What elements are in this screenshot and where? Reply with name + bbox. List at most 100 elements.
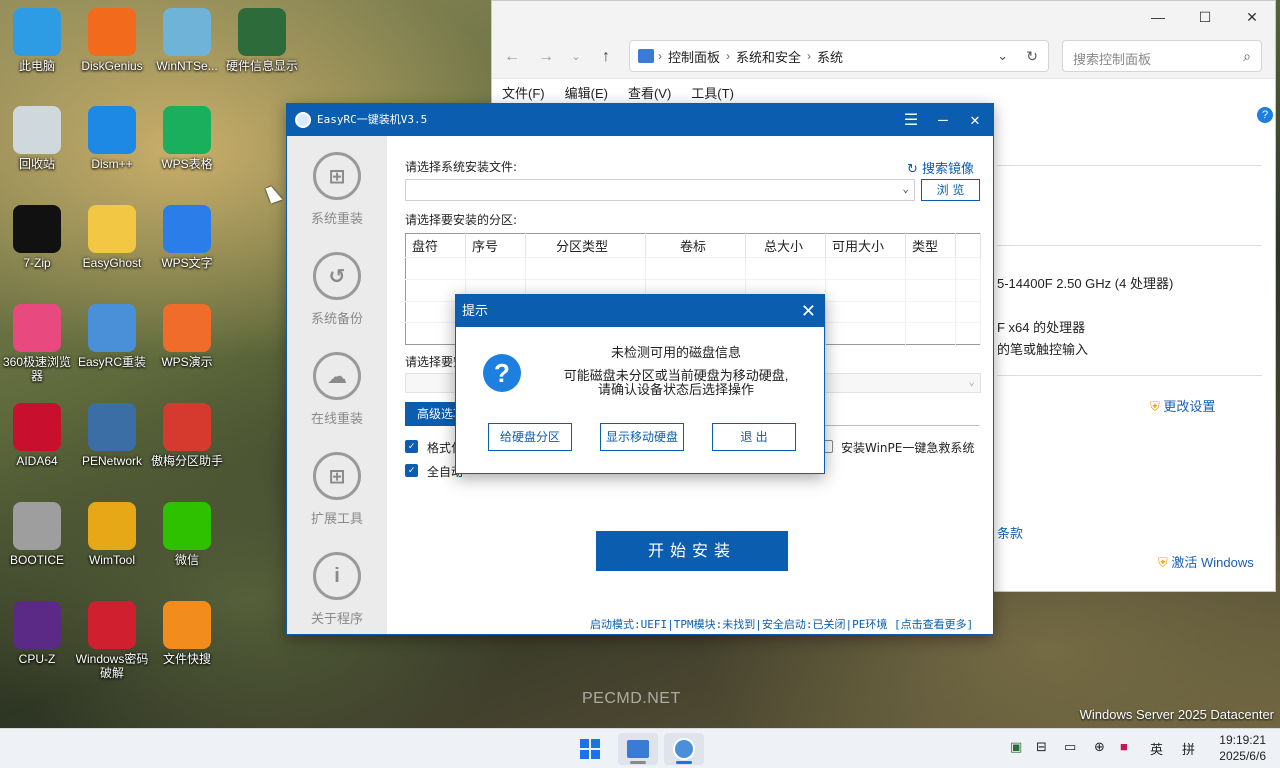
search-mirror-link[interactable]: ↻ 搜索镜像 [907,158,974,177]
360-browser-icon [13,304,61,352]
watermark: PECMD.NET [582,690,681,707]
help-icon[interactable]: ? [1257,107,1273,123]
address-dropdown-icon[interactable]: ⌄ [997,48,1008,64]
menu-edit[interactable]: 编辑(E) [565,83,608,102]
recent-chevron-icon[interactable]: ⌄ [564,45,588,69]
status-line[interactable]: 启动模式:UEFI|TPM模块:未找到|安全启动:已关闭|PE环境 [点击查看更… [590,616,973,632]
desktop-icon[interactable]: WPS演示 [150,304,224,369]
desktop-icon[interactable]: 硬件信息显示 [225,8,299,73]
dism-icon [88,106,136,154]
column-header[interactable]: 卷标 [645,233,746,258]
close-icon[interactable]: ✕ [1229,5,1275,29]
browse-button[interactable]: 浏 览 [921,179,980,201]
desktop-icon-label: CPU-Z [18,652,56,666]
desktop-icon[interactable]: 回收站 [0,106,74,171]
display-tray-icon[interactable]: ▭ [1064,739,1076,755]
menu-file[interactable]: 文件(F) [502,83,545,102]
wps-writer-icon [163,205,211,253]
taskbar-easyrc[interactable] [664,733,704,765]
desktop-icon[interactable]: 此电脑 [0,8,74,73]
up-icon[interactable]: ↑ [594,45,618,69]
column-header[interactable]: 类型 [905,233,956,258]
forward-icon[interactable]: → [534,45,558,69]
desktop-icon[interactable]: EasyRC重装 [75,304,149,369]
lock-tray-icon[interactable]: ⊕ [1094,739,1105,755]
easyrc-titlebar: EasyRC一键装机V3.5 ☰ — ✕ [287,104,993,136]
partition-disk-button[interactable]: 给硬盘分区 [488,423,572,451]
desktop-icon[interactable]: CPU-Z [0,601,74,666]
desktop-icon[interactable]: WimTool [75,502,149,567]
desktop-icon[interactable]: WPS表格 [150,106,224,171]
sidebar-item-online[interactable]: ☁ 在线重装 [287,336,387,436]
desktop-icon[interactable]: 文件快搜 [150,601,224,666]
taskbar: ▣ ⊟ ▭ ⊕ ■ 英 拼 19:19:21 2025/6/6 [0,728,1280,768]
exit-button[interactable]: 退 出 [712,423,796,451]
close-icon[interactable]: ✕ [959,104,991,136]
desktop-icon[interactable]: 7-Zip [0,205,74,270]
desktop-icon[interactable]: Windows密码破解 [75,601,149,680]
breadcrumb-security[interactable]: 系统和安全 [736,47,801,66]
color-tray-icon[interactable]: ■ [1120,739,1128,754]
winpe-label: 安装WinPE一键急救系统 [841,441,975,455]
desktop-icon[interactable]: WPS文字 [150,205,224,270]
column-header[interactable]: 总大小 [745,233,826,258]
column-header[interactable]: 序号 [465,233,526,258]
taskbar-control-panel[interactable] [618,733,658,765]
column-header[interactable]: 可用大小 [825,233,906,258]
start-install-button[interactable]: 开始安装 [596,531,788,571]
table-row[interactable] [405,257,981,280]
desktop-icon[interactable]: WinNTSe... [150,8,224,73]
password-crack-icon [88,601,136,649]
menu-view[interactable]: 查看(V) [628,83,671,102]
desktop-icon[interactable]: 360极速浏览器 [0,304,74,383]
close-icon[interactable]: ✕ [801,295,816,327]
format-checkbox[interactable]: ✓ [405,440,418,453]
address-bar[interactable]: › 控制面板 › 系统和安全 › 系统 ⌄ ↻ [629,40,1049,72]
minimize-icon[interactable]: — [927,104,959,136]
select-partition-label: 请选择要安装的分区: [405,213,518,227]
desktop-icon-label: WPS文字 [161,256,213,270]
desktop-icon[interactable]: EasyGhost [75,205,149,270]
easyrc-app-icon [295,112,311,128]
breadcrumb-control-panel[interactable]: 控制面板 [668,47,720,66]
image-file-select[interactable]: ⌄ [405,179,915,201]
cpuz-icon [13,601,61,649]
desktop-icon[interactable]: DiskGenius [75,8,149,73]
sidebar-item-reinstall[interactable]: ⊞ 系统重装 [287,136,387,236]
minimize-icon[interactable]: — [1135,5,1181,29]
wps-slides-icon [163,304,211,352]
terms-link[interactable]: 条款 [997,523,1023,542]
sidebar-item-backup[interactable]: ↺ 系统备份 [287,236,387,336]
menu-icon[interactable]: ☰ [895,104,927,136]
sidebar-item-about[interactable]: i 关于程序 [287,536,387,636]
ime-language[interactable]: 英 [1150,739,1163,758]
system-clock[interactable]: 19:19:21 2025/6/6 [1219,732,1266,764]
search-icon: ⌕ [1243,48,1251,64]
auto-checkbox[interactable]: ✓ [405,464,418,477]
sidebar-item-tools[interactable]: ⊞ 扩展工具 [287,436,387,536]
refresh-icon[interactable]: ↻ [1026,48,1038,65]
maximize-icon[interactable]: ☐ [1182,5,1228,29]
activate-label: 激活 Windows [1171,555,1254,570]
show-removable-button[interactable]: 显示移动硬盘 [600,423,684,451]
ime-mode[interactable]: 拼 [1182,739,1195,758]
network-tray-icon[interactable]: ⊟ [1036,739,1047,755]
desktop-icon[interactable]: Dism++ [75,106,149,171]
menu-tools[interactable]: 工具(T) [691,83,734,102]
desktop-icon[interactable]: 微信 [150,502,224,567]
column-header[interactable]: 盘符 [405,233,466,258]
desktop-icon[interactable]: 傲梅分区助手 [150,403,224,468]
desktop-icon-label: 微信 [174,553,199,567]
column-header[interactable]: 分区类型 [525,233,646,258]
control-panel-search[interactable]: 搜索控制面板 ⌕ [1062,40,1262,72]
desktop-icon[interactable]: PENetwork [75,403,149,468]
desktop-icon[interactable]: AIDA64 [0,403,74,468]
start-button[interactable] [570,733,610,765]
back-icon[interactable]: ← [500,45,524,69]
hardware-tray-icon[interactable]: ▣ [1010,739,1022,755]
change-settings-link[interactable]: ⛨ 更改设置 [1150,396,1215,415]
desktop-icon[interactable]: BOOTICE [0,502,74,567]
easyghost-icon [88,205,136,253]
breadcrumb-system[interactable]: 系统 [817,47,843,66]
activate-windows-link[interactable]: ⛨ 激活 Windows [1158,552,1254,571]
